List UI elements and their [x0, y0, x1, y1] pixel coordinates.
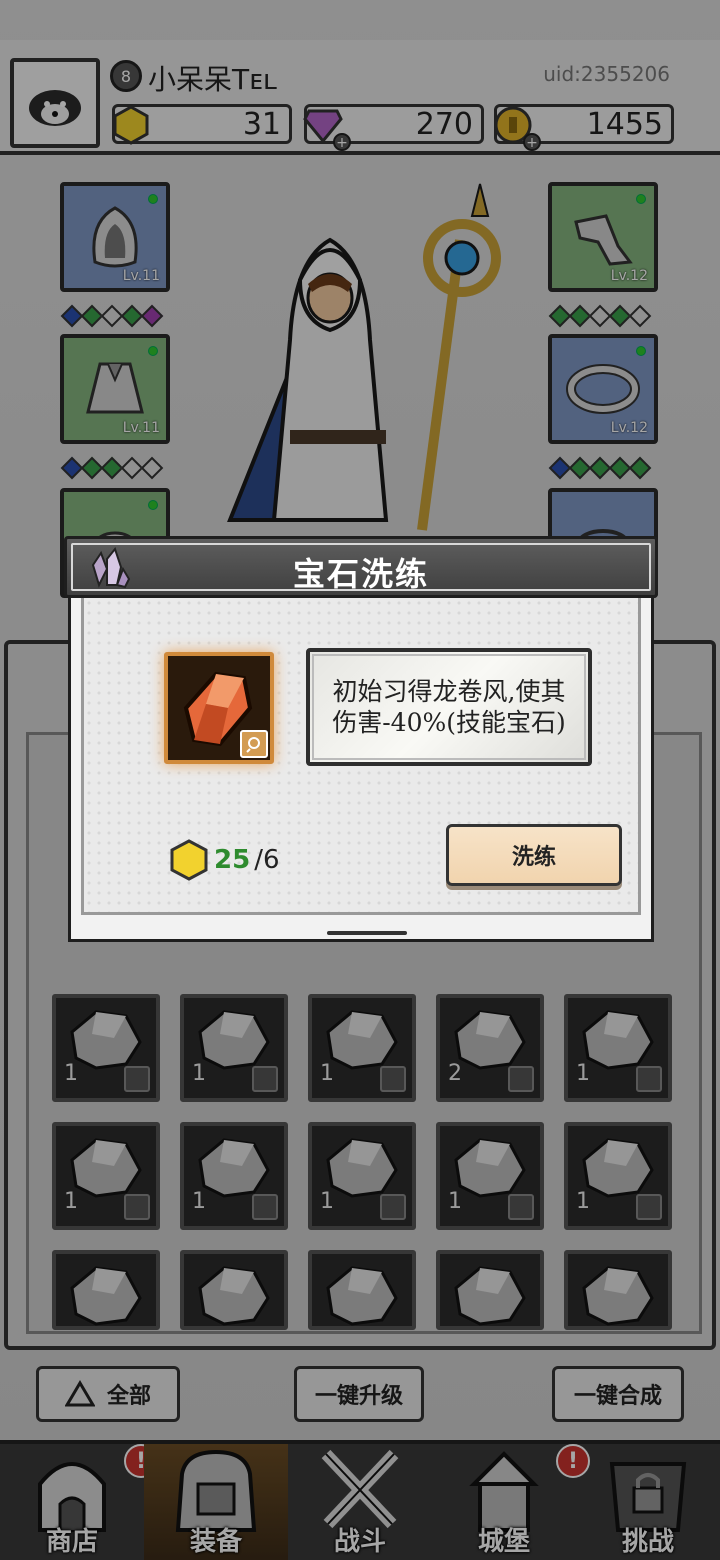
skill-tag-icon: [240, 730, 268, 758]
gold-gem-icon: [170, 839, 208, 881]
gem-description: 初始习得龙卷风,使其伤害-40%(技能宝石): [332, 677, 566, 737]
cost-required: /6: [254, 845, 280, 875]
gem-description-box: 初始习得龙卷风,使其伤害-40%(技能宝石): [306, 648, 592, 766]
refine-cost: 25 /6: [168, 838, 280, 882]
dialog-header: 宝石洗练: [64, 536, 658, 598]
dialog-bottom-handle: [327, 931, 407, 935]
cost-owned: 25: [214, 845, 251, 875]
skill-gem-slot[interactable]: [164, 652, 274, 764]
gem-refine-dialog: 宝石洗练 初始习得龙卷风,使其伤害-40%(技能宝石) 25 /6 洗练: [64, 536, 658, 942]
refine-button[interactable]: 洗练: [446, 824, 622, 886]
dialog-body: 初始习得龙卷风,使其伤害-40%(技能宝石) 25 /6 洗练: [68, 598, 654, 942]
dialog-title: 宝石洗练: [292, 555, 429, 593]
